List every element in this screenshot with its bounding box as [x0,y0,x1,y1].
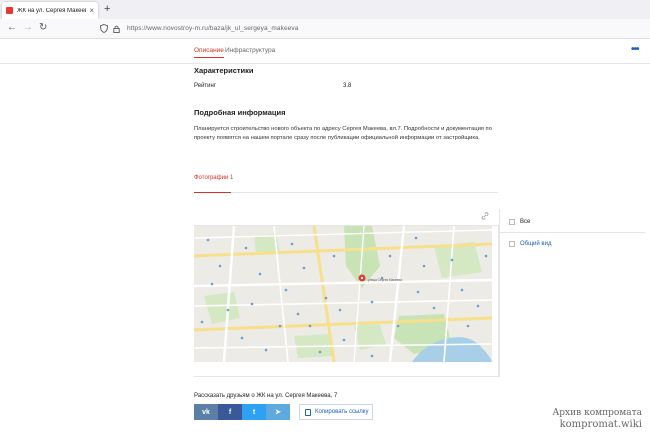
twitter-share-button[interactable]: t [242,404,266,420]
details-line: Планируется строительство нового объекта… [194,126,492,132]
forward-button[interactable]: → [23,22,33,33]
vk-share-button[interactable]: vk [194,404,218,420]
characteristics-title: Характеристики [194,66,254,75]
tab-infrastructure[interactable]: Инфраструктура [225,47,275,54]
filter-general-view-checkbox[interactable] [509,241,515,247]
close-tab-icon[interactable]: × [89,6,94,15]
site-favicon-icon [6,7,13,14]
share-title: Рассказать друзьям о ЖК на ул. Сергея Ма… [194,393,338,399]
filter-divider [500,232,645,233]
filter-all-label[interactable]: Все [520,219,530,225]
rating-label: Рейтинг [194,83,217,89]
details-line: проекту появятся на нашем портале сразу … [194,134,480,141]
map-filter-panel: Все Общий вид [499,209,645,377]
details-title: Подробная информация [194,108,286,117]
rating-value: 3.8 [343,83,352,89]
browser-tab-bar: ЖК на ул. Сергея Макеева, 7 × + [0,0,650,19]
watermark-line-2: kompromat.wiki [559,419,642,430]
twitter-icon: t [252,408,256,416]
map[interactable]: улица Сергея Макеева [194,226,492,362]
vk-icon: vk [202,408,210,416]
map-marker-label: улица Сергея Макеева [368,278,402,282]
map-container: улица Сергея Макеева [194,225,499,377]
reload-button[interactable]: ↻ [39,22,47,33]
tab-photos[interactable]: Фотографии 1 [194,175,233,181]
telegram-share-button[interactable]: ➤ [266,404,290,420]
facebook-share-button[interactable]: f [218,404,242,420]
url-text[interactable]: https://www.novostroy-m.ru/baza/jk_ul_se… [127,25,299,32]
filter-general-view-label[interactable]: Общий вид [520,241,551,247]
tracking-shield-icon[interactable] [100,24,108,33]
more-options-icon[interactable]: ••• [631,44,639,55]
watermark-line-1: Архив компромата [552,408,642,418]
tab-description[interactable]: Описание [194,47,224,58]
section-tabs: Описание Инфраструктура ••• [0,39,650,64]
lock-icon[interactable] [113,25,120,33]
link-icon[interactable] [481,212,489,220]
address-bar[interactable]: https://www.novostroy-m.ru/baza/jk_ul_se… [100,21,648,36]
copy-link-label: Копировать ссылку [315,409,369,415]
new-tab-button[interactable]: + [104,3,110,15]
filter-all-checkbox[interactable] [509,219,515,225]
copy-link-button[interactable]: Копировать ссылку [299,404,373,420]
details-text: Планируется строительство нового объекта… [194,125,494,142]
back-button[interactable]: ← [7,22,17,33]
browser-tab[interactable]: ЖК на ул. Сергея Макеева, 7 × [2,2,98,19]
photos-tab-underline [194,192,231,193]
copy-icon [305,408,311,416]
page-content: Описание Инфраструктура ••• Характеристи… [0,39,650,433]
facebook-icon: f [228,408,232,416]
telegram-icon: ➤ [275,409,281,416]
photos-divider [194,192,498,193]
browser-nav-bar: ← → ↻ https://www.novostroy-m.ru/baza/jk… [0,19,650,39]
tab-title: ЖК на ул. Сергея Макеева, 7 [17,7,86,14]
